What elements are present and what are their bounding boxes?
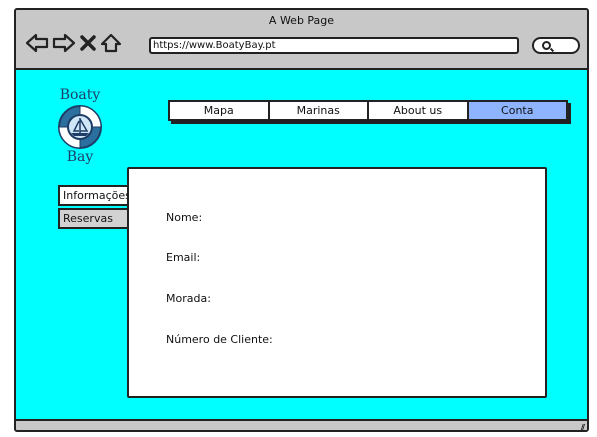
field-label-email: Email: — [166, 251, 201, 264]
logo-top-text: Boaty — [59, 87, 101, 103]
account-info-panel: Nome: Email: Morada: Número de Cliente: — [127, 167, 547, 398]
close-icon[interactable] — [79, 32, 97, 54]
lifebuoy-icon — [58, 105, 102, 149]
status-bar: // — [16, 421, 587, 430]
menu-item-marinas[interactable]: Marinas — [269, 102, 369, 119]
menu-item-about-us[interactable]: About us — [369, 102, 469, 119]
field-label-nome: Nome: — [166, 211, 203, 224]
menu-item-mapa[interactable]: Mapa — [170, 102, 270, 119]
title-bar: A Web Page https://www.BoatyBay.pt — [16, 10, 587, 70]
main-menu: Mapa Marinas About us Conta — [168, 100, 568, 121]
field-label-morada: Morada: — [166, 292, 211, 305]
window-title: A Web Page — [268, 14, 335, 27]
url-input[interactable]: https://www.BoatyBay.pt — [149, 37, 519, 54]
field-label-numero-cliente: Número de Cliente: — [166, 333, 273, 346]
logo-bottom-text: Bay — [66, 149, 94, 165]
search-input[interactable] — [532, 37, 580, 54]
page-content: Boaty Bay Mapa Marinas About us Conta In… — [16, 70, 587, 421]
arrow-left-icon[interactable] — [25, 32, 49, 54]
tab-reservas[interactable]: Reservas — [58, 208, 130, 229]
browser-window: A Web Page https://www.BoatyBay.pt Boaty… — [14, 8, 589, 432]
search-icon — [542, 41, 551, 50]
tab-informacoes[interactable]: Informações — [58, 185, 131, 206]
arrow-right-icon[interactable] — [52, 32, 76, 54]
menu-item-conta[interactable]: Conta — [468, 102, 566, 119]
home-icon[interactable] — [100, 32, 122, 54]
boaty-bay-logo: Boaty Bay — [50, 87, 110, 165]
resize-grip-icon[interactable]: // — [580, 423, 585, 430]
